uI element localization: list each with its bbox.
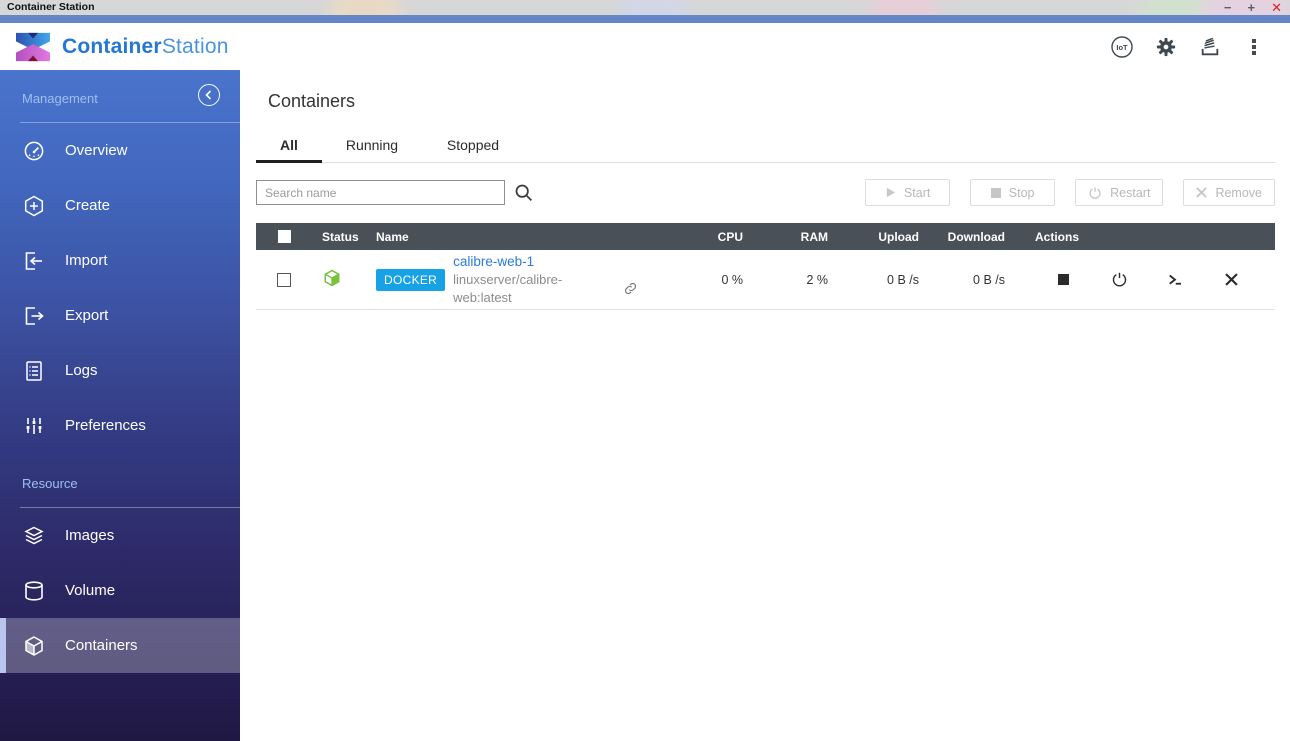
remove-button-label: Remove xyxy=(1215,185,1262,200)
tab-running[interactable]: Running xyxy=(322,129,422,162)
sidebar-item-import[interactable]: Import xyxy=(0,233,240,288)
gauge-icon xyxy=(22,139,46,163)
search-icon[interactable] xyxy=(510,180,536,206)
docker-badge: DOCKER xyxy=(376,268,446,291)
play-icon xyxy=(886,187,896,198)
background-blob xyxy=(330,0,400,15)
stop-icon xyxy=(990,187,1001,198)
column-header-actions: Actions xyxy=(1035,229,1080,244)
create-hexagon-plus-icon xyxy=(22,194,46,218)
background-blob xyxy=(620,0,690,15)
stop-button[interactable]: Stop xyxy=(970,179,1056,206)
sidebar-item-label: Images xyxy=(65,527,115,544)
page-title: Containers xyxy=(268,91,356,111)
window-title: Container Station xyxy=(7,1,95,13)
accent-strip xyxy=(0,15,1290,23)
tab-all[interactable]: All xyxy=(256,129,322,163)
sidebar-item-preferences[interactable]: Preferences xyxy=(0,398,240,453)
app-header: ContainerStation IoT xyxy=(0,23,1290,70)
sidebar-item-label: Preferences xyxy=(65,417,146,434)
start-button-label: Start xyxy=(903,185,931,200)
app-title: ContainerStation xyxy=(62,35,229,59)
gear-icon[interactable] xyxy=(1154,35,1178,59)
sidebar-item-volume[interactable]: Volume xyxy=(0,563,240,618)
column-header-name: Name xyxy=(376,229,409,244)
row-terminal-icon[interactable] xyxy=(1160,265,1190,295)
maximize-button[interactable]: + xyxy=(1248,0,1256,15)
sidebar-item-label: Containers xyxy=(65,637,138,654)
power-icon xyxy=(1089,186,1101,199)
table-row: DOCKER calibre-web-1 linuxserver/calibre… xyxy=(256,250,1275,310)
tab-bar: All Running Stopped xyxy=(256,129,1275,163)
sidebar-collapse-button[interactable] xyxy=(198,84,220,106)
column-header-status: Status xyxy=(322,229,359,244)
toolbar: Start Stop Restart xyxy=(256,179,1275,206)
external-link-icon[interactable] xyxy=(623,281,638,296)
stop-button-label: Stop xyxy=(1008,185,1035,200)
row-checkbox[interactable] xyxy=(277,272,291,287)
column-header-ram: RAM xyxy=(800,229,828,244)
container-image: linuxserver/calibre-web:latest xyxy=(453,272,563,305)
brand: ContainerStation xyxy=(16,32,229,62)
status-running-icon xyxy=(322,268,342,291)
logs-document-icon xyxy=(22,359,46,383)
select-all-checkbox[interactable] xyxy=(277,230,291,243)
minimize-button[interactable]: − xyxy=(1224,0,1232,15)
main-panel: Containers All Running Stopped Start xyxy=(240,70,1290,741)
row-remove-icon[interactable] xyxy=(1216,265,1246,295)
download-value: 0 B /s xyxy=(973,272,1005,287)
sidebar-item-export[interactable]: Export xyxy=(0,288,240,343)
svg-text:IoT: IoT xyxy=(1116,43,1128,52)
close-button[interactable]: ✕ xyxy=(1271,0,1282,15)
sidebar-item-logs[interactable]: Logs xyxy=(0,343,240,398)
column-header-cpu: CPU xyxy=(717,229,743,244)
containers-table: Status Name CPU RAM Upload Download Acti… xyxy=(256,223,1275,310)
remove-button[interactable]: Remove xyxy=(1183,179,1275,206)
sidebar-item-containers[interactable]: Containers xyxy=(0,618,240,673)
cube-icon xyxy=(22,634,46,658)
start-button[interactable]: Start xyxy=(865,179,951,206)
sidebar-item-label: Export xyxy=(65,307,109,324)
search-input[interactable] xyxy=(256,180,505,205)
sidebar-section-resource: Resource xyxy=(22,475,78,491)
restart-button[interactable]: Restart xyxy=(1075,179,1164,206)
cpu-value: 0 % xyxy=(721,272,743,287)
events-icon[interactable] xyxy=(1198,35,1222,59)
column-header-upload: Upload xyxy=(878,229,919,244)
app-title-light: Station xyxy=(161,34,229,58)
sidebar-item-label: Import xyxy=(65,252,108,269)
background-blob xyxy=(870,0,940,15)
sidebar-item-images[interactable]: Images xyxy=(0,508,240,563)
export-icon xyxy=(22,304,46,328)
sidebar-item-label: Logs xyxy=(65,362,98,379)
container-station-window: Container Station − + ✕ ContainerStation… xyxy=(0,0,1290,741)
table-header: Status Name CPU RAM Upload Download Acti… xyxy=(256,223,1275,250)
sidebar-section-management: Management xyxy=(22,90,98,106)
ram-value: 2 % xyxy=(806,272,828,287)
kebab-menu-icon[interactable] xyxy=(1242,35,1266,59)
x-icon xyxy=(1196,187,1208,198)
container-station-logo xyxy=(16,32,50,61)
container-name-link[interactable]: calibre-web-1 xyxy=(453,253,534,271)
row-restart-power-icon[interactable] xyxy=(1104,265,1134,295)
sidebar-item-create[interactable]: Create xyxy=(0,178,240,233)
sidebar-item-label: Overview xyxy=(65,142,128,159)
column-header-download: Download xyxy=(947,229,1005,244)
iot-icon[interactable]: IoT xyxy=(1110,35,1134,59)
cylinder-icon xyxy=(22,579,46,603)
sliders-icon xyxy=(22,414,46,438)
sidebar-item-label: Volume xyxy=(65,582,116,599)
sidebar-item-overview[interactable]: Overview xyxy=(0,123,240,178)
restart-button-label: Restart xyxy=(1110,185,1151,200)
tab-stopped[interactable]: Stopped xyxy=(422,129,524,162)
sidebar: Management Overview Create Import Export… xyxy=(0,70,240,741)
import-icon xyxy=(22,249,46,273)
sidebar-item-label: Create xyxy=(65,197,111,214)
layers-icon xyxy=(22,524,46,548)
upload-value: 0 B /s xyxy=(887,272,919,287)
titlebar: Container Station − + ✕ xyxy=(0,0,1290,15)
app-title-bold: Container xyxy=(62,34,162,58)
row-stop-icon[interactable] xyxy=(1048,265,1078,295)
